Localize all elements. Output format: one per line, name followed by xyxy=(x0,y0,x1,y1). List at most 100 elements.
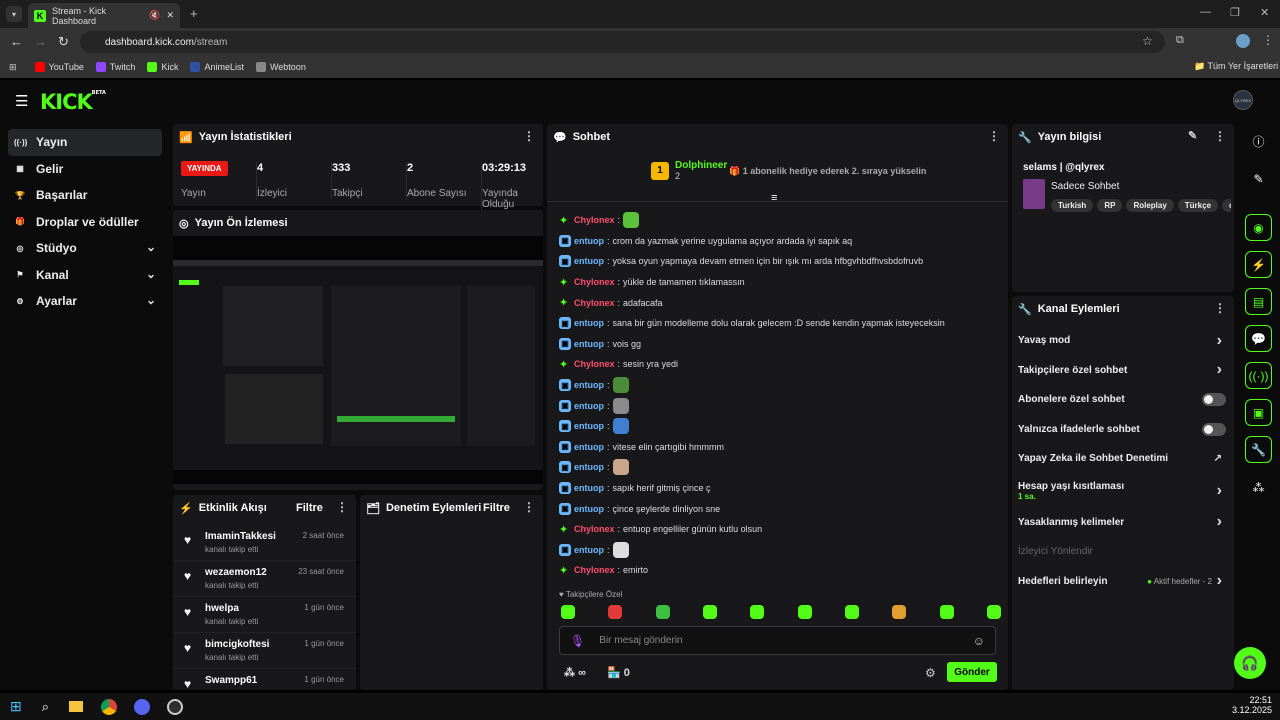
mic-icon[interactable]: 🎙 xyxy=(570,634,585,648)
quick-emote-icon[interactable] xyxy=(750,605,765,619)
stream-tag[interactable]: RP xyxy=(1097,199,1123,212)
preview-video[interactable] xyxy=(173,236,543,484)
quick-emote-icon[interactable] xyxy=(892,605,907,619)
stream-tag[interactable]: c xyxy=(1222,199,1231,212)
kick-logo[interactable]: KICKBETA xyxy=(40,90,106,114)
event-username[interactable]: hwelpa xyxy=(205,603,239,614)
chat-username[interactable]: entuop xyxy=(574,442,604,452)
tools-toggle-icon[interactable]: 🔧 xyxy=(1245,436,1272,463)
toggle-switch[interactable] xyxy=(1202,393,1226,407)
quick-emote-icon[interactable] xyxy=(608,605,623,619)
browser-menu-icon[interactable]: ⋮ xyxy=(1262,33,1274,47)
chat-username[interactable]: entuop xyxy=(574,401,604,411)
discord-icon[interactable] xyxy=(134,698,151,715)
bookmark-item[interactable]: Webtoon xyxy=(255,62,306,72)
stream-tag[interactable]: Roleplay xyxy=(1126,199,1174,212)
sidebar-item-6[interactable]: ⚙ Ayarlar ⌄ xyxy=(8,288,162,315)
tab-search-button[interactable]: ▾ xyxy=(6,6,22,22)
channel-actions-menu-icon[interactable]: ⋮ xyxy=(1214,301,1226,315)
event-username[interactable]: ImaminTakkesi xyxy=(205,531,276,542)
chat-username[interactable]: entuop xyxy=(574,256,604,266)
chat-username[interactable]: entuop xyxy=(574,462,604,472)
quick-emote-icon[interactable] xyxy=(655,605,670,619)
category-name[interactable]: Sadece Sohbet xyxy=(1051,181,1119,192)
customize-icon[interactable]: ⁂ xyxy=(1245,474,1272,501)
sidebar-item-1[interactable]: ▦ Gelir xyxy=(8,156,162,183)
channel-action-item[interactable]: Abonelere özel sohbet xyxy=(1012,385,1234,415)
channel-action-item[interactable]: Hesap yaşı kısıtlaması 1 sa. › xyxy=(1012,474,1234,508)
chat-username[interactable]: Chylonex xyxy=(574,359,615,369)
channel-action-item[interactable]: Hedefleri belirleyin ● Aktif hedefler - 2… xyxy=(1012,567,1234,597)
moderation-menu-icon[interactable]: ⋮ xyxy=(523,500,535,514)
maximize-button[interactable]: ❐ xyxy=(1230,6,1240,19)
chevron-down-icon[interactable]: ⌄ xyxy=(146,240,156,254)
broadcast-toggle-icon[interactable]: ((·)) xyxy=(1245,362,1272,389)
event-username[interactable]: Swampp61 xyxy=(205,675,257,686)
forward-icon[interactable]: → xyxy=(34,34,47,49)
chat-username[interactable]: entuop xyxy=(574,421,604,431)
bookmark-item[interactable]: AnimeList xyxy=(190,62,244,72)
info-icon[interactable]: ⓘ xyxy=(1245,128,1272,155)
reload-icon[interactable]: ↻ xyxy=(58,34,69,50)
toggle-switch[interactable] xyxy=(1202,422,1226,436)
pinned-scroll-icon[interactable]: ≡ xyxy=(771,192,777,204)
quick-emote-icon[interactable] xyxy=(986,605,1001,619)
notes-toggle-icon[interactable]: ▤ xyxy=(1245,288,1272,315)
channel-action-item[interactable]: Takipçilere özel sohbet › xyxy=(1012,356,1234,386)
preview-toggle-icon[interactable]: ◉ xyxy=(1245,214,1272,241)
chat-username[interactable]: Chylonex xyxy=(574,215,615,225)
windows-start-icon[interactable]: ⊞ xyxy=(10,698,22,715)
bookmark-item[interactable]: Kick xyxy=(147,62,178,72)
window-close-button[interactable]: ✕ xyxy=(1260,6,1269,19)
quick-emote-icon[interactable] xyxy=(844,605,859,619)
hamburger-menu-icon[interactable]: ☰ xyxy=(15,92,28,110)
sidebar-item-4[interactable]: ◎ Stüdyo ⌄ xyxy=(8,235,162,262)
channel-action-item[interactable]: Yasaklanmış kelimeler › xyxy=(1012,508,1234,538)
event-username[interactable]: bimcigkoftesi xyxy=(205,639,269,650)
chat-username[interactable]: entuop xyxy=(574,380,604,390)
channel-action-item[interactable]: Yapay Zeka ile Sohbet Denetimi ↗ xyxy=(1012,444,1234,474)
chat-username[interactable]: entuop xyxy=(574,504,604,514)
chat-menu-icon[interactable]: ⋮ xyxy=(988,129,1000,143)
activity-filter-button[interactable]: Filtre xyxy=(296,502,323,514)
channel-action-item[interactable]: Yalnızca ifadelerle sohbet xyxy=(1012,415,1234,445)
chat-username[interactable]: entuop xyxy=(574,339,604,349)
activity-toggle-icon[interactable]: ⚡ xyxy=(1245,251,1272,278)
quick-emote-icon[interactable] xyxy=(939,605,954,619)
quick-emote-icon[interactable] xyxy=(561,605,575,619)
minimize-button[interactable]: — xyxy=(1200,6,1211,18)
browser-tab[interactable]: K Stream - Kick Dashboard 🔇 ✕ xyxy=(28,3,180,28)
stats-menu-icon[interactable]: ⋮ xyxy=(523,129,535,143)
points-display[interactable]: ⁂ ∞ xyxy=(564,666,586,679)
channel-action-item[interactable]: Yavaş mod › xyxy=(1012,326,1234,356)
chat-username[interactable]: entuop xyxy=(574,318,604,328)
moderation-filter-button[interactable]: Filtre xyxy=(483,502,510,514)
bookmark-item[interactable]: YouTube xyxy=(34,62,84,72)
chat-username[interactable]: Chylonex xyxy=(574,277,615,287)
chat-input[interactable]: 🎙 Bir mesaj gönderin ☺ xyxy=(559,626,996,655)
chevron-down-icon[interactable]: ⌄ xyxy=(146,267,156,281)
top-user[interactable]: Dolphineer xyxy=(675,160,727,171)
activity-menu-icon[interactable]: ⋮ xyxy=(336,500,348,514)
chat-toggle-icon[interactable]: 💬 xyxy=(1245,325,1272,352)
back-icon[interactable]: ← xyxy=(10,34,23,49)
chevron-down-icon[interactable]: ⌄ xyxy=(146,293,156,307)
stream-tag[interactable]: Turkish xyxy=(1051,199,1094,212)
all-bookmarks[interactable]: 📁 Tüm Yer İşaretleri xyxy=(1194,61,1278,72)
bookmark-star-icon[interactable]: ☆ xyxy=(1142,34,1153,48)
stream-info-menu-icon[interactable]: ⋮ xyxy=(1214,129,1226,143)
chat-username[interactable]: entuop xyxy=(574,545,604,555)
bookmark-item[interactable]: Twitch xyxy=(95,62,135,72)
mute-icon[interactable]: 🔇 xyxy=(149,10,160,21)
quick-emote-icon[interactable] xyxy=(702,605,717,619)
chat-username[interactable]: Chylonex xyxy=(574,298,615,308)
chat-settings-icon[interactable]: ⚙ xyxy=(925,666,936,680)
close-tab-icon[interactable]: ✕ xyxy=(166,10,174,21)
user-avatar[interactable]: QLYREX xyxy=(1233,90,1253,110)
send-button[interactable]: Gönder xyxy=(947,662,997,682)
pencil-icon[interactable]: ✎ xyxy=(1245,165,1272,192)
sidebar-item-3[interactable]: 🎁 Droplar ve ödüller xyxy=(8,209,162,236)
support-button[interactable]: 🎧 xyxy=(1234,647,1266,679)
moderation-toggle-icon[interactable]: ▣ xyxy=(1245,399,1272,426)
chat-username[interactable]: Chylonex xyxy=(574,565,615,575)
